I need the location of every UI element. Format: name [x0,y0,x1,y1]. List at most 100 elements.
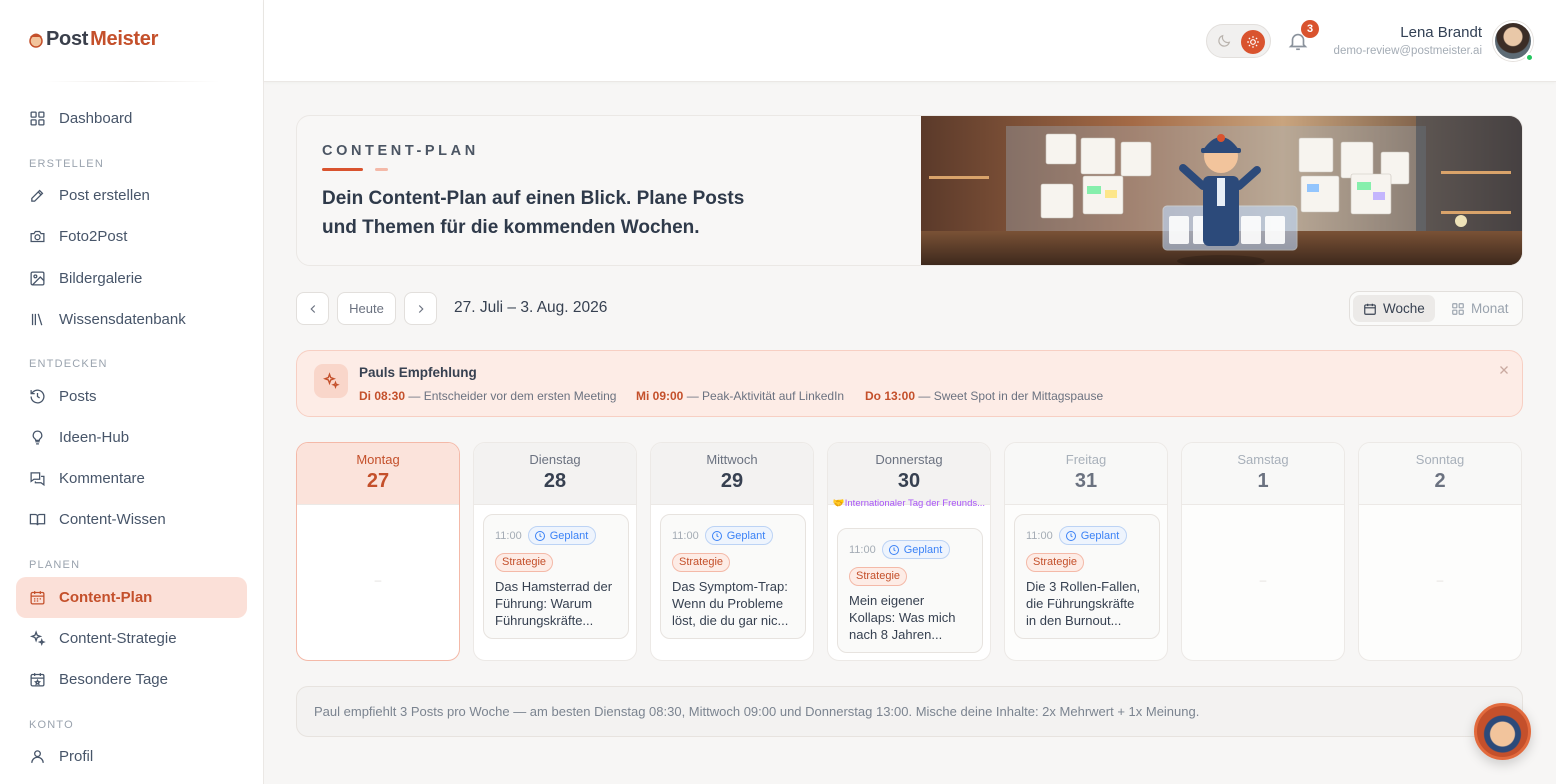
day-number: 31 [1074,470,1098,492]
day-number: 1 [1257,470,1269,492]
empty-day-marker: – [1436,573,1444,587]
day-column-tuesday[interactable]: Dienstag 28 11:00 Geplant Strategie Das … [473,442,637,661]
view-week-button[interactable]: Woche [1353,295,1435,322]
image-icon [30,271,45,286]
day-name: Samstag [1237,452,1289,467]
lightbulb-icon [32,430,43,445]
status-label: Geplant [903,543,943,556]
post-card[interactable]: 11:00 Geplant Strategie Das Symptom-Trap… [660,514,806,639]
sidebar-item-kommentare[interactable]: Kommentare [16,458,247,499]
day-column-wednesday[interactable]: Mittwoch 29 11:00 Geplant Strategie Das … [650,442,814,661]
status-badge: Geplant [527,526,597,545]
brand-name-part1: Post [46,28,89,50]
sun-icon [1241,30,1265,54]
post-time: 11:00 [672,529,699,542]
grid-icon [1452,302,1464,315]
sidebar-item-bildergalerie[interactable]: Bildergalerie [16,258,247,299]
status-label: Geplant [726,529,766,542]
calendar-icon [30,591,45,605]
sidebar-item-dashboard[interactable]: Dashboard [16,98,247,139]
logo-divider [44,81,220,82]
day-column-thursday[interactable]: Donnerstag 30 🤝Internationaler Tag der F… [827,442,991,661]
sidebar-item-content-wissen[interactable]: Content-Wissen [16,499,247,540]
sidebar-item-posts[interactable]: Posts [16,376,247,417]
theme-toggle[interactable] [1206,24,1271,58]
sidebar-item-ideen-hub[interactable]: Ideen-Hub [16,417,247,458]
status-badge: Geplant [1058,526,1128,545]
sidebar-section-konto: KONTO [29,719,74,731]
slot-time: Mi 09:00 [636,389,684,403]
day-header: Freitag 31 [1005,443,1167,505]
comments-icon [30,472,45,487]
day-name: Sonntag [1415,452,1465,467]
library-icon [31,313,43,326]
post-time: 11:00 [1026,529,1053,542]
sidebar-item-profil[interactable]: Profil [16,736,247,777]
today-button[interactable]: Heute [337,292,396,325]
user-email: demo-review@postmeister.ai [1333,45,1482,57]
post-card[interactable]: 11:00 Geplant Strategie Die 3 Rollen-Fal… [1014,514,1160,639]
day-column-saturday[interactable]: Samstag 1 – [1181,442,1345,661]
day-number: 30 [897,470,921,492]
sidebar-item-wissensdatenbank[interactable]: Wissensdatenbank [16,299,247,340]
user-name[interactable]: Lena Brandt [1400,24,1482,41]
view-switch: Woche Monat [1349,291,1523,326]
day-number: 28 [543,470,567,492]
sidebar-item-label: Besondere Tage [59,671,168,688]
special-day-label[interactable]: 🤝Internationaler Tag der Freunds... [828,498,990,509]
logo-mascot-icon [29,33,43,48]
hero-description: Dein Content-Plan auf einen Blick. Plane… [322,188,745,238]
online-status-dot [1525,53,1534,62]
status-label: Geplant [1080,529,1120,542]
calendar-icon [1364,303,1376,315]
sidebar-item-content-strategie[interactable]: Content-Strategie [16,618,247,659]
hero-banner: CONTENT-PLAN Dein Content-Plan auf einen… [296,115,1523,266]
day-number: 2 [1434,470,1446,492]
recommendation-slot: Do 13:00 — Sweet Spot in der Mittagspaus… [865,389,1103,403]
next-week-button[interactable] [404,292,437,325]
camera-icon [30,230,45,243]
sidebar-item-label: Content-Wissen [59,511,166,528]
post-card[interactable]: 11:00 Geplant Strategie Mein eigener Kol… [837,528,983,653]
sidebar-item-content-plan[interactable]: Content-Plan [16,577,247,618]
day-column-monday[interactable]: Montag 27 – [296,442,460,661]
sidebar-item-label: Content-Strategie [59,630,177,647]
sidebar-item-label: Dashboard [59,110,133,127]
post-title: Mein eigener Kollaps: Was mich nach 8 Ja… [849,593,956,642]
sidebar-item-besondere-tage[interactable]: Besondere Tage [16,659,247,700]
sidebar-item-label: Wissensdatenbank [59,311,186,328]
sidebar-item-post-erstellen[interactable]: Post erstellen [16,175,247,216]
book-icon [29,513,46,526]
sidebar-item-label: Ideen-Hub [59,429,130,446]
pen-icon [31,189,44,202]
post-time: 11:00 [849,543,876,556]
day-header: Mittwoch 29 [651,443,813,505]
day-column-sunday[interactable]: Sonntag 2 – [1358,442,1522,661]
recommendation-slot: Di 08:30 — Entscheider vor dem ersten Me… [359,389,616,403]
day-column-friday[interactable]: Freitag 31 11:00 Geplant Strategie Die 3… [1004,442,1168,661]
assistant-chat-button[interactable] [1474,703,1531,760]
view-month-button[interactable]: Monat [1441,295,1519,322]
sidebar-item-foto2post[interactable]: Foto2Post [16,216,247,257]
post-card[interactable]: 11:00 Geplant Strategie Das Hamsterrad d… [483,514,629,639]
slot-time: Do 13:00 [865,389,916,403]
posting-tip: Paul empfiehlt 3 Posts pro Woche — am be… [296,686,1523,737]
clock-icon [1065,530,1076,541]
category-tag: Strategie [1026,553,1085,572]
day-header: Dienstag 28 [474,443,636,505]
category-tag: Strategie [849,567,908,586]
day-name: Montag [356,452,400,467]
brand-name-part2: Meister [90,28,159,50]
day-header: Sonntag 2 [1359,443,1521,505]
sparkles-icon [29,630,46,647]
previous-week-button[interactable] [296,292,329,325]
chevron-right-icon [418,304,424,313]
sidebar-item-label: Posts [59,388,97,405]
brand-logo[interactable]: Post Meister [28,28,158,51]
hero-illustration [921,116,1522,265]
sparkles-icon [314,364,348,398]
day-header: Montag 27 [297,443,459,505]
clock-icon [711,530,722,541]
recommendation-banner: Pauls Empfehlung Di 08:30 — Entscheider … [296,350,1523,417]
close-icon[interactable] [1497,363,1511,377]
